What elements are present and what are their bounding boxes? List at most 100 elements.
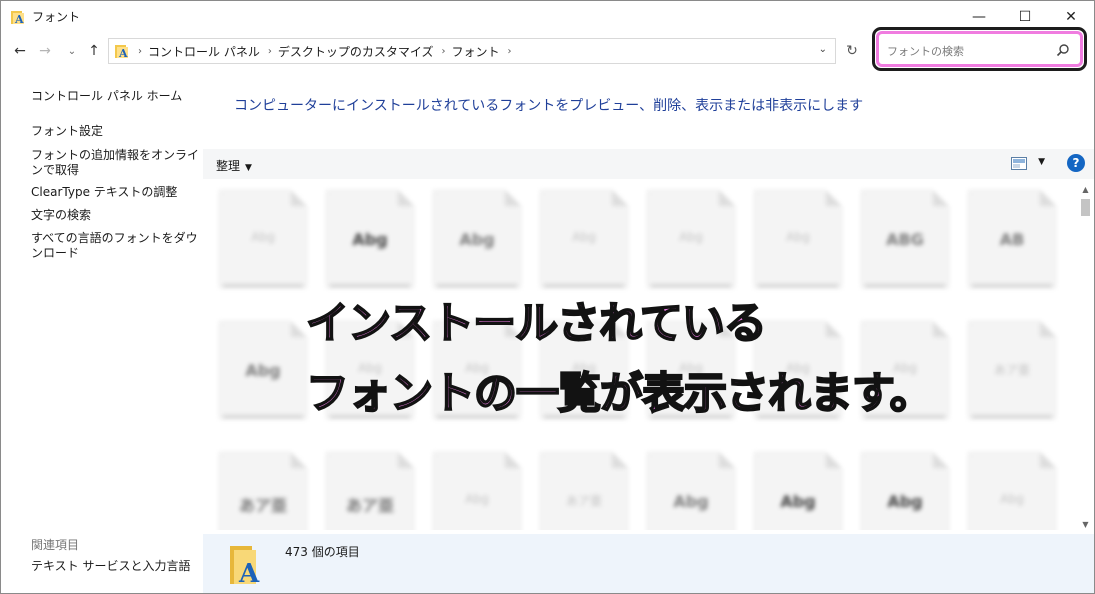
font-tile-page <box>754 452 842 530</box>
minimize-icon: — <box>972 8 986 25</box>
font-tile-shadow <box>758 284 838 288</box>
font-tile-page <box>861 452 949 530</box>
scroll-down-icon[interactable]: ▼ <box>1077 516 1094 533</box>
up-arrow-icon: ↑ <box>88 43 100 59</box>
explorer-window: A フォント — ☐ ✕ ← → ⌄ ↑ A › コントロール パネル › デス… <box>0 0 1095 594</box>
breadcrumb-fonts[interactable]: フォント <box>451 43 499 60</box>
breadcrumb-control-panel[interactable]: コントロール パネル <box>148 43 260 60</box>
font-tile-glyph: Abg <box>786 230 810 244</box>
font-tile-page <box>219 452 307 530</box>
font-tile-shadow <box>544 284 624 288</box>
vertical-scrollbar[interactable]: ▲ ▼ <box>1077 181 1094 533</box>
font-tile[interactable]: Abg <box>215 184 311 312</box>
breadcrumb-separator[interactable]: › <box>268 46 272 57</box>
maximize-icon: ☐ <box>1018 8 1032 25</box>
caption-line-2: フォントの一覧が表示されます。 <box>305 368 934 420</box>
font-tile-glyph: AB <box>999 230 1025 249</box>
chevron-down-icon: ⌄ <box>67 45 77 57</box>
forward-button[interactable]: → <box>36 41 54 61</box>
breadcrumb-separator: › <box>138 45 142 57</box>
font-tile[interactable]: Abg <box>750 446 846 530</box>
font-tile-page <box>968 452 1056 530</box>
organize-label: 整理 <box>216 159 241 173</box>
font-tile[interactable]: あア亜 <box>215 446 311 530</box>
search-box <box>876 31 1083 67</box>
window-title: フォント <box>32 10 81 24</box>
search-icon[interactable] <box>1056 43 1070 57</box>
breadcrumb-separator[interactable]: › <box>441 46 445 57</box>
organize-button[interactable]: 整理 ▼ <box>216 157 252 174</box>
address-bar[interactable]: A › コントロール パネル › デスクトップのカスタマイズ › フォント › … <box>108 38 836 64</box>
sidebar-item-get-fonts-online[interactable]: フォントの追加情報をオンラインで取得 <box>31 148 199 178</box>
font-tile[interactable]: Abg <box>643 446 739 530</box>
search-highlight-frame <box>872 27 1087 71</box>
caption-line-1: インストールされている <box>305 298 768 350</box>
scrollbar-thumb[interactable] <box>1081 199 1090 216</box>
page-title: コンピューターにインストールされているフォントをプレビュー、削除、表示または非表… <box>234 98 864 114</box>
font-tile-shadow <box>651 284 731 288</box>
up-button[interactable]: ↑ <box>85 41 103 61</box>
forward-arrow-icon: → <box>39 43 51 59</box>
view-dropdown-icon[interactable]: ▼ <box>1038 157 1045 167</box>
font-folder-icon: A <box>114 43 130 60</box>
svg-text:A: A <box>14 13 24 25</box>
font-tile[interactable]: Abg <box>857 446 953 530</box>
font-tile[interactable]: あア亜 <box>536 446 632 530</box>
font-tile-glyph: Abg <box>679 230 703 244</box>
font-tile-page <box>433 452 521 530</box>
font-tile-glyph: Abg <box>245 361 281 380</box>
sidebar-item-find-character[interactable]: 文字の検索 <box>31 208 199 223</box>
back-button[interactable]: ← <box>11 41 29 61</box>
scroll-up-icon[interactable]: ▲ <box>1077 181 1094 198</box>
details-pane: A 473 個の項目 <box>203 534 1094 593</box>
address-dropdown-icon[interactable]: ⌄ <box>819 44 827 55</box>
font-tile-shadow <box>223 415 303 419</box>
sidebar-item-text-services[interactable]: テキスト サービスと入力言語 <box>31 559 199 574</box>
font-tile-page <box>326 452 414 530</box>
sidebar-item-font-settings[interactable]: フォント設定 <box>31 124 199 139</box>
font-tile-shadow <box>972 284 1052 288</box>
help-icon[interactable]: ? <box>1067 154 1085 172</box>
breadcrumb-separator[interactable]: › <box>508 46 512 57</box>
svg-text:A: A <box>118 47 128 59</box>
breadcrumb-desktop-customization[interactable]: デスクトップのカスタマイズ <box>278 43 434 60</box>
sidebar-item-control-panel-home[interactable]: コントロール パネル ホーム <box>31 89 199 104</box>
chevron-down-icon: ▼ <box>245 163 252 173</box>
font-tile-glyph: Abg <box>1000 492 1024 506</box>
back-arrow-icon: ← <box>14 43 26 59</box>
font-tile[interactable]: あア亜 <box>322 446 418 530</box>
font-tile-glyph: ABG <box>886 230 924 249</box>
sidebar-item-cleartype[interactable]: ClearType テキストの調整 <box>31 185 199 200</box>
refresh-button[interactable]: ↻ <box>839 38 865 64</box>
view-mode-icon[interactable] <box>1011 157 1027 170</box>
item-count: 473 個の項目 <box>285 545 360 559</box>
font-tile-glyph: Abg <box>251 230 275 244</box>
font-tile-page <box>540 452 628 530</box>
font-tile-glyph: あア亜 <box>345 496 394 515</box>
font-tile-glyph: Abg <box>459 230 495 249</box>
font-tile-glyph: Abg <box>673 492 709 511</box>
font-tile-glyph: Abg <box>465 492 489 506</box>
font-tile[interactable]: Abg <box>215 315 311 443</box>
font-tile-shadow <box>865 284 945 288</box>
font-folder-icon: A <box>228 542 266 589</box>
font-tile-glyph: あア亜 <box>565 494 602 508</box>
sidebar: コントロール パネル ホーム フォント設定 フォントの追加情報をオンラインで取得… <box>1 67 203 593</box>
recent-locations-button[interactable]: ⌄ <box>63 41 81 61</box>
refresh-icon: ↻ <box>846 43 858 59</box>
navigation-bar: ← → ⌄ ↑ A › コントロール パネル › デスクトップのカスタマイズ › <box>1 27 1094 71</box>
font-tile[interactable]: Abg <box>964 446 1060 530</box>
font-tile-page <box>647 452 735 530</box>
font-tile[interactable]: Abg <box>429 446 525 530</box>
svg-text:A: A <box>238 559 260 586</box>
sidebar-item-download-fonts[interactable]: すべての言語のフォントをダウンロード <box>31 231 199 261</box>
search-input[interactable] <box>887 41 1047 61</box>
command-bar: 整理 ▼ ▼ ? <box>203 149 1094 179</box>
related-heading: 関連項目 <box>31 538 80 552</box>
font-tile-shadow <box>330 284 410 288</box>
overlay-caption: インストールされている フォントの一覧が表示されます。 <box>305 289 1026 429</box>
font-folder-icon: A <box>10 9 26 26</box>
close-icon: ✕ <box>1065 8 1077 25</box>
font-tile-glyph: Abg <box>780 492 816 511</box>
font-tile-shadow <box>223 284 303 288</box>
